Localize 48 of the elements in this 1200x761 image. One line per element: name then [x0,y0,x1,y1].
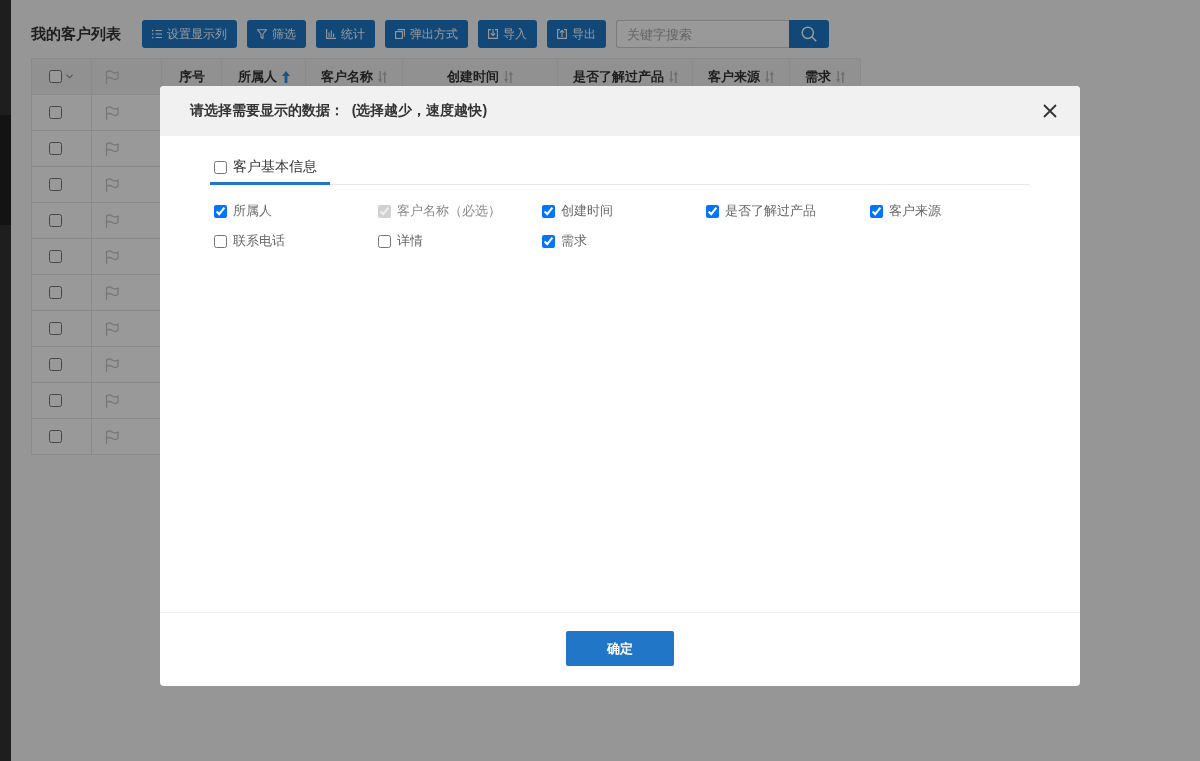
option-checkbox[interactable] [542,234,555,248]
dialog-title: 请选择需要显示的数据： (选择越少，速度越快) [190,102,488,120]
option-label: 是否了解过产品 [725,202,816,220]
toolbar-button[interactable]: 导出 [547,20,606,48]
toolbar-button[interactable]: 统计 [316,20,375,48]
tab[interactable]: 客户基本信息 [210,152,330,185]
select-all-checkbox[interactable] [49,70,62,83]
confirm-button[interactable]: 确定 [566,631,674,666]
page-title: 我的客户列表 [31,24,121,44]
option-checkbox[interactable] [706,204,719,218]
option-label: 联系电话 [233,232,285,250]
toolbar-button[interactable]: 设置显示列 [142,20,237,48]
caret-down-icon[interactable] [66,74,73,79]
row-checkbox[interactable] [49,250,62,263]
row-checkbox[interactable] [49,358,62,371]
toolbar-button[interactable]: 筛选 [247,20,306,48]
download-icon [488,29,498,39]
overlapping-squares-icon [395,29,405,39]
upload-icon [557,29,567,39]
row-checkbox[interactable] [49,178,62,191]
list-icon [152,29,162,39]
search-button[interactable] [789,20,829,48]
sort-ascending-icon[interactable] [281,70,290,83]
option-label: 所属人 [233,202,272,220]
row-checkbox[interactable] [49,322,62,335]
option-checkbox[interactable] [870,204,883,218]
option-label: 创建时间 [561,202,613,220]
option-label: 需求 [561,232,587,250]
row-checkbox[interactable] [49,286,62,299]
row-checkbox[interactable] [49,430,62,443]
bar-chart-icon [326,29,336,39]
toolbar-button[interactable]: 弹出方式 [385,20,468,48]
toolbar-button[interactable]: 导入 [478,20,537,48]
option-label: 客户名称（必选） [397,202,501,220]
row-checkbox[interactable] [49,214,62,227]
option-checkbox[interactable] [214,234,227,248]
tab-checkbox[interactable] [214,160,227,174]
option-checkbox[interactable] [542,204,555,218]
row-checkbox[interactable] [49,142,62,155]
close-icon[interactable] [1043,104,1057,118]
option-label: 详情 [397,232,423,250]
filter-icon [257,29,267,39]
option-checkbox[interactable] [214,204,227,218]
row-checkbox[interactable] [49,106,62,119]
search-icon [801,26,817,42]
option-checkbox[interactable] [378,234,391,248]
row-checkbox[interactable] [49,394,62,407]
option-label: 客户来源 [889,202,941,220]
